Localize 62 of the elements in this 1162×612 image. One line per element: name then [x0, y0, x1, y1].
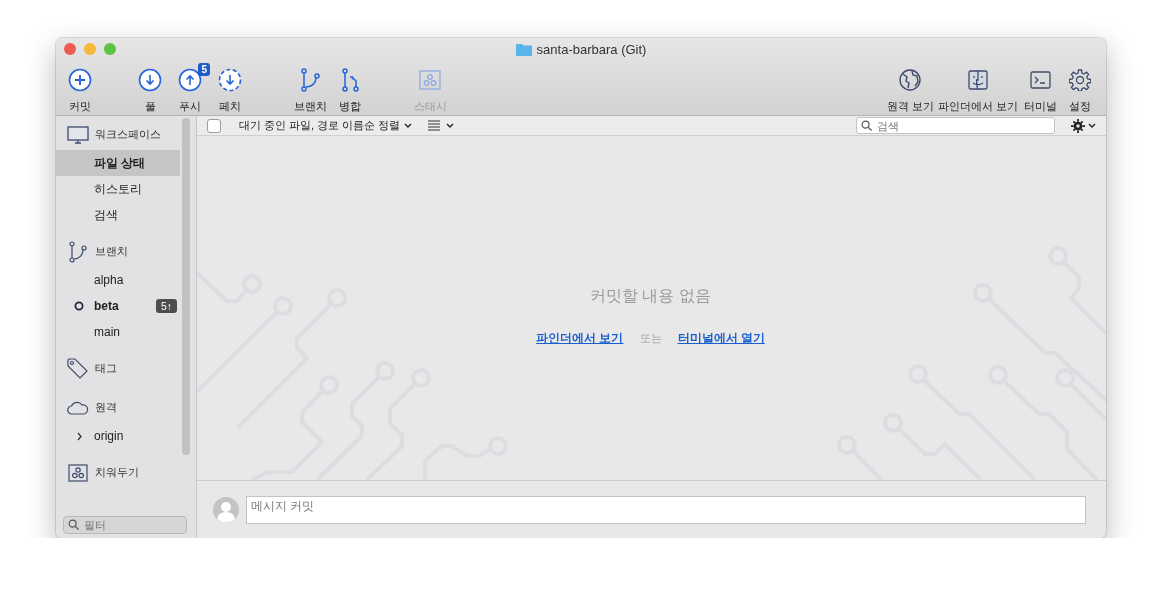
sort-dropdown[interactable]: 대기 중인 파일, 경로 이름순 정렬 [239, 118, 413, 133]
sidebar-item[interactable]: alpha [56, 267, 180, 293]
empty-state-title: 커밋할 내용 없음 [590, 286, 711, 306]
toolbar-button[interactable]: 설정 [1060, 60, 1100, 114]
chevron-icon[interactable] [75, 431, 83, 441]
avatar-icon [213, 496, 239, 523]
branch-icon [299, 68, 321, 92]
terminal-icon [1029, 71, 1051, 89]
caret-icon [446, 123, 455, 128]
caret-icon [404, 123, 413, 128]
merge-icon [339, 68, 361, 92]
list-icon [428, 120, 441, 131]
sidebar-item[interactable]: beta 5↑ [56, 293, 180, 319]
finder-face-icon [967, 70, 988, 90]
plus-circle-icon [68, 68, 92, 92]
monitor-icon [67, 126, 89, 144]
filter-field[interactable]: 필터 [63, 516, 187, 534]
section-header: 워크스페이스 [95, 128, 161, 142]
toolbar-button[interactable]: 커밋 [60, 60, 100, 114]
section-header: 브랜치 [95, 245, 128, 259]
search-icon [861, 120, 872, 131]
sidebar-item[interactable]: origin [56, 423, 180, 449]
window-title: santa-barbara (Git) [536, 41, 647, 57]
section-header: 치워두기 [95, 466, 139, 480]
toolbar-button[interactable]: 병합 [330, 60, 370, 114]
toolbar-button[interactable]: 원격 보기 [884, 60, 936, 114]
folder-icon [515, 42, 532, 56]
sidebar-item[interactable]: 파일 상태 [56, 150, 180, 176]
branch-icon [68, 241, 88, 263]
sidebar-item[interactable]: main [56, 319, 180, 345]
separator-text: 또는 [639, 331, 662, 346]
sidebar-item[interactable]: 히스토리 [56, 176, 180, 202]
caret-icon [1088, 123, 1096, 128]
view-dropdown[interactable] [428, 120, 455, 131]
cloud-icon [67, 401, 89, 415]
search-field[interactable]: 검색 [856, 117, 1055, 134]
scrollbar-thumb[interactable] [182, 118, 190, 455]
toolbar-button[interactable]: 페치 [210, 60, 250, 114]
stash-box-icon [419, 70, 441, 90]
toolbar-button[interactable]: 브랜치 [290, 60, 330, 114]
terminal-link[interactable]: 터미널에서 열기 [677, 330, 765, 347]
commit-message-field[interactable]: 메시지 커밋 [246, 495, 1086, 524]
finder-link[interactable]: 파인더에서 보기 [536, 330, 624, 347]
checkbox[interactable] [207, 118, 221, 133]
globe-icon [899, 69, 922, 91]
toolbar-button[interactable]: 파인더에서 보기 [935, 60, 1020, 114]
toolbar-button[interactable]: 터미널 [1020, 60, 1060, 114]
toolbar-button[interactable]: 5 푸시 [170, 60, 210, 114]
settings-icon [1069, 69, 1091, 91]
tag-icon [67, 358, 89, 380]
minimize-button[interactable] [84, 43, 96, 55]
sidebar-item[interactable]: 검색 [56, 202, 180, 228]
zoom-button[interactable] [104, 43, 116, 55]
stash-box-icon [68, 464, 88, 482]
count-badge: 5 [198, 63, 210, 76]
search-icon [68, 519, 79, 530]
section-header: 태그 [95, 362, 117, 376]
ahead-badge: 5↑ [155, 299, 177, 313]
close-button[interactable] [64, 43, 76, 55]
settings-dropdown[interactable] [1071, 118, 1096, 133]
section-header: 원격 [95, 401, 117, 415]
toolbar-button[interactable]: 풀 [130, 60, 170, 114]
